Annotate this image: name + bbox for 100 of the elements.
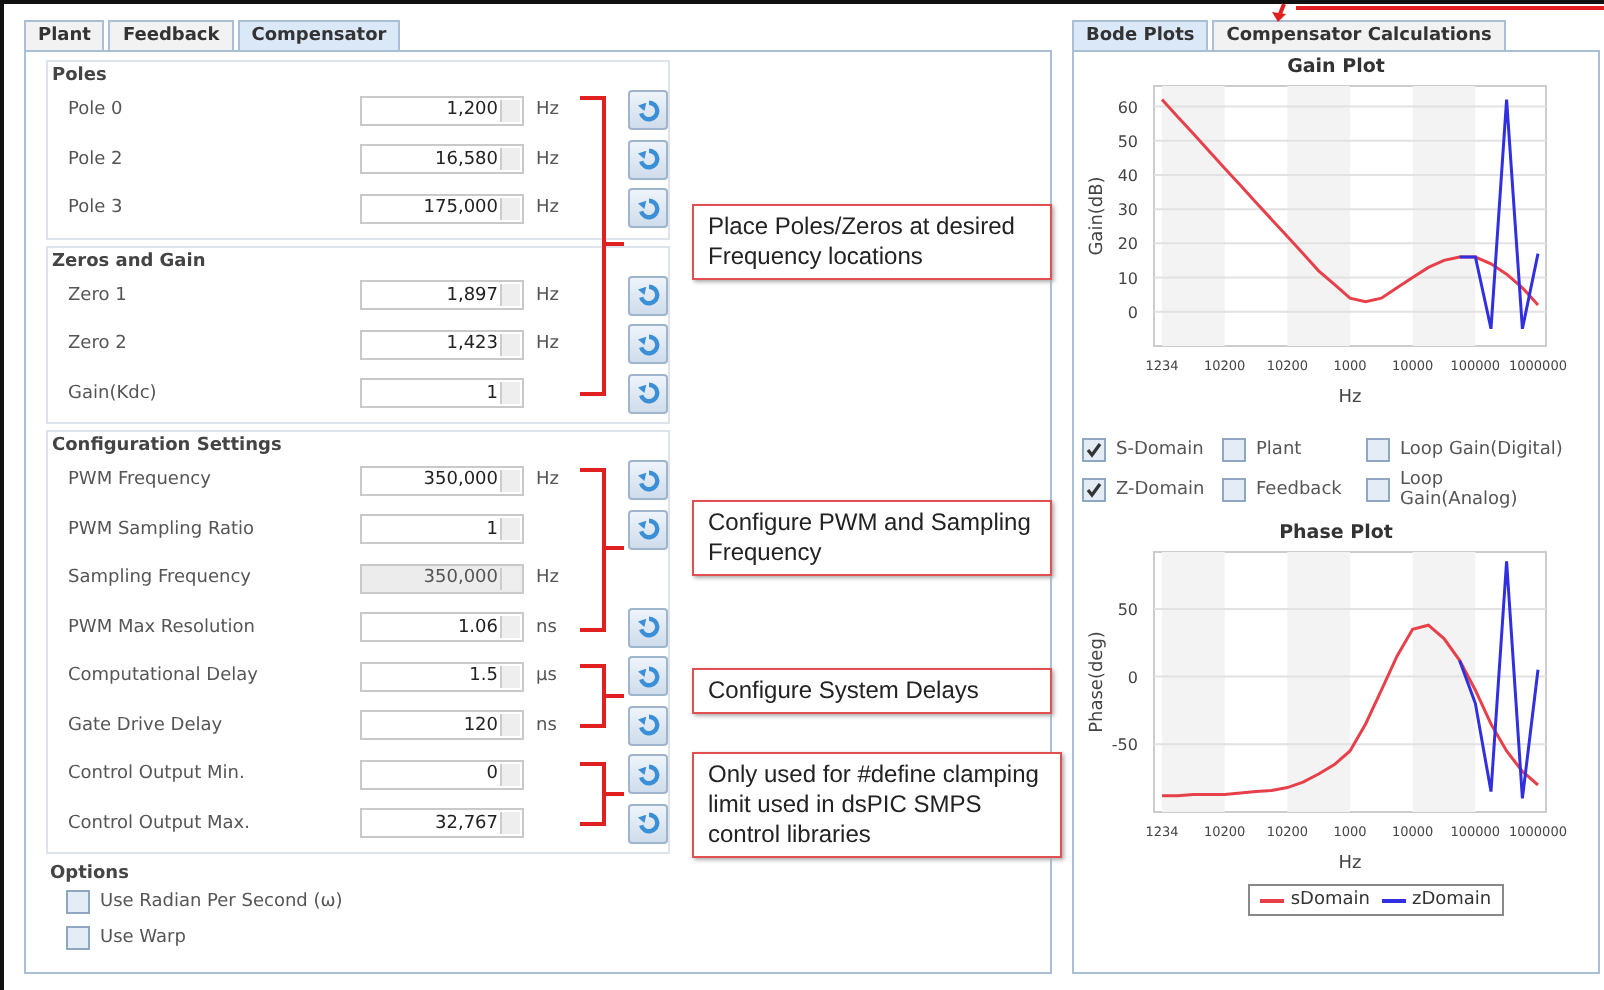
reset-button[interactable] [628, 705, 668, 746]
reset-button[interactable] [628, 324, 668, 365]
reset-button[interactable] [628, 607, 668, 648]
number-field[interactable]: 16,580 [360, 144, 524, 175]
tab[interactable]: Plant [24, 20, 105, 50]
reset-button[interactable] [628, 90, 668, 131]
checkbox[interactable] [66, 890, 90, 914]
field-label: Computational Delay [68, 666, 260, 687]
group-title: Configuration Settings [52, 436, 284, 456]
number-field[interactable]: 1,200 [360, 95, 524, 126]
unit-label: Hz [536, 198, 561, 219]
callout-note: Only used for #define clamping limit used in dsPIC SMPS control libraries [692, 752, 1062, 858]
tick-label: 10 [1117, 269, 1138, 288]
number-field[interactable]: 175,000 [360, 193, 524, 224]
reset-button[interactable] [628, 509, 668, 550]
number-field[interactable]: 1.5 [360, 661, 524, 692]
number-field[interactable]: 350,000 [360, 465, 524, 496]
tab[interactable]: Compensator [237, 20, 401, 50]
number-field[interactable]: 1,897 [360, 280, 524, 311]
number-field[interactable]: 120 [360, 710, 524, 741]
callout-note: Place Poles/Zeros at desired Frequency locations [692, 204, 1052, 280]
group-title: Poles [52, 66, 109, 86]
checkbox-label: Loop Gain(Analog) [1399, 470, 1520, 510]
reset-button[interactable] [628, 188, 668, 229]
checkbox-label: Plant [1256, 440, 1302, 460]
field-label: Control Output Min. [68, 764, 247, 785]
tab[interactable]: Bode Plots [1072, 20, 1209, 50]
checkbox-label: S-Domain [1116, 440, 1204, 460]
unit-label: µs [536, 666, 559, 687]
field-label: Pole 0 [68, 100, 125, 121]
callout-note: Configure System Delays [692, 668, 1052, 714]
checkbox[interactable] [66, 926, 90, 950]
checkbox[interactable] [1366, 478, 1390, 502]
field-label: Zero 1 [68, 285, 129, 306]
number-field[interactable]: 0 [360, 759, 524, 790]
checkbox[interactable] [1222, 478, 1246, 502]
reset-button[interactable] [628, 373, 668, 414]
unit-label: Hz [536, 149, 561, 170]
tick-label: 0 [1127, 668, 1138, 687]
field-label: PWM Frequency [68, 470, 213, 491]
tab[interactable]: Feedback [108, 20, 234, 50]
group-title: Options [50, 864, 131, 884]
checkbox[interactable] [1082, 478, 1106, 502]
refresh-icon [637, 616, 659, 639]
legend-label: sDomain [1290, 890, 1370, 910]
field-label: Pole 3 [68, 198, 125, 219]
field-label: PWM Max Resolution [68, 617, 257, 638]
refresh-icon [637, 382, 659, 405]
group-title: Zeros and Gain [52, 251, 208, 271]
unit-label: Hz [536, 285, 561, 306]
tick-label: 30 [1117, 201, 1138, 220]
tick-label: 60 [1117, 98, 1138, 117]
reset-button[interactable] [628, 754, 668, 795]
field-label: Gate Drive Delay [68, 715, 225, 736]
checkbox-label: Loop Gain(Digital) [1400, 440, 1563, 460]
refresh-icon [637, 714, 659, 737]
number-field[interactable]: 1.06 [360, 612, 524, 643]
checkbox[interactable] [1366, 438, 1390, 462]
refresh-icon [637, 99, 659, 122]
checkbox-label: Z-Domain [1116, 480, 1205, 500]
callout-note: Configure PWM and Sampling Frequency [692, 500, 1052, 576]
refresh-icon [637, 763, 659, 786]
checkbox[interactable] [1082, 438, 1106, 462]
legend-label: zDomain [1411, 890, 1492, 910]
field-label: PWM Sampling Ratio [68, 519, 257, 540]
reset-button[interactable] [628, 139, 668, 180]
field-label: Control Output Max. [68, 813, 252, 834]
refresh-icon [637, 197, 659, 220]
reset-button[interactable] [628, 460, 668, 501]
chart-title: Gain Plot [1287, 56, 1385, 78]
tick-label: -50 [1111, 736, 1138, 755]
field-label: Pole 2 [68, 149, 125, 170]
checkbox[interactable] [1222, 438, 1246, 462]
refresh-icon [637, 812, 659, 835]
unit-label: Hz [536, 334, 561, 355]
number-field[interactable]: 1 [360, 514, 524, 545]
refresh-icon [637, 518, 659, 541]
reset-button[interactable] [628, 275, 668, 316]
axis-label: Hz [1338, 388, 1362, 408]
axis-label: Hz [1338, 854, 1362, 874]
refresh-icon [637, 148, 659, 171]
refresh-icon [637, 665, 659, 688]
number-field[interactable]: 32,767 [360, 808, 524, 839]
reset-button[interactable] [628, 803, 668, 844]
tick-label: 0 [1127, 303, 1138, 322]
reset-button[interactable] [628, 656, 668, 697]
unit-label: Hz [536, 470, 561, 491]
tick-label: 40 [1117, 166, 1138, 185]
axis-label: Phase(deg) [1088, 631, 1108, 733]
tick-label: 50 [1117, 600, 1138, 619]
field-label: Gain(Kdc) [68, 383, 159, 404]
tab[interactable]: Compensator Calculations [1212, 20, 1506, 50]
tick-label: 20 [1117, 235, 1138, 254]
check-icon [1086, 442, 1102, 458]
unit-label: Hz [536, 568, 561, 589]
refresh-icon [637, 284, 659, 307]
field-label: Zero 2 [68, 334, 129, 355]
unit-label: Hz [536, 100, 561, 121]
number-field[interactable]: 1 [360, 378, 524, 409]
number-field[interactable]: 1,423 [360, 329, 524, 360]
